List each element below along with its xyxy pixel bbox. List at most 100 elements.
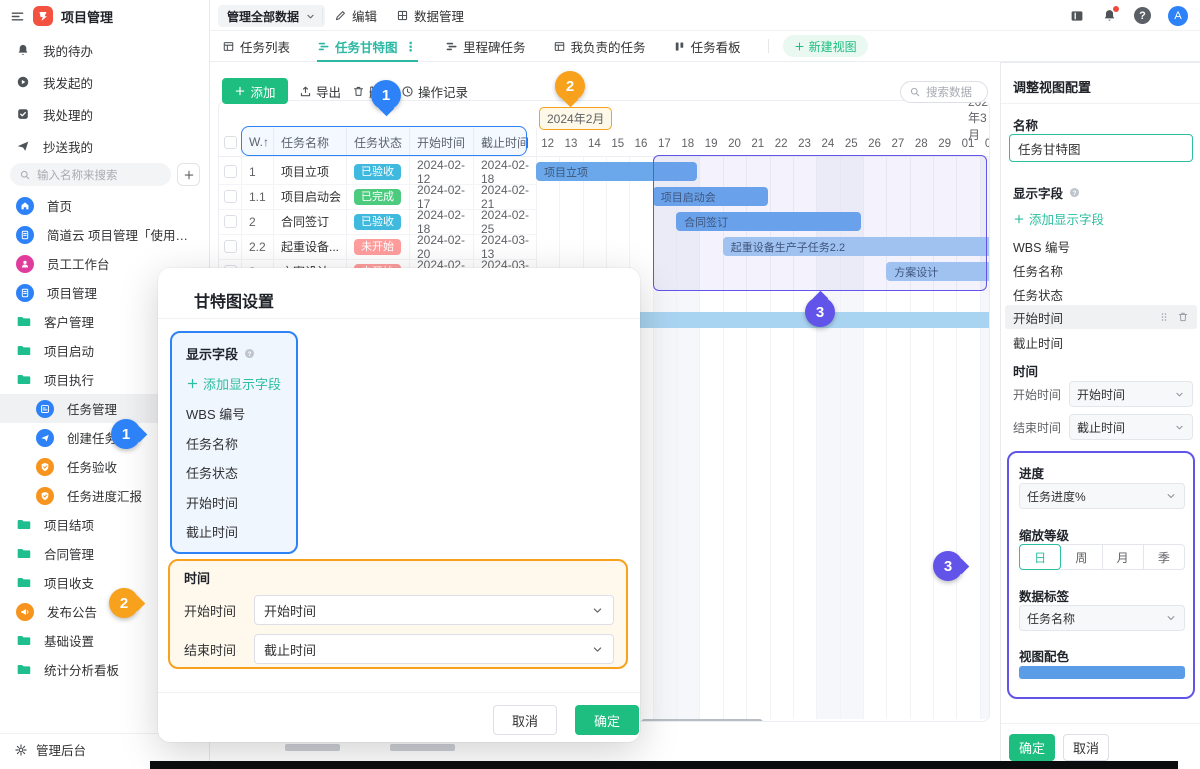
horizontal-scrollbar-thumb[interactable] bbox=[641, 719, 763, 722]
shield-icon bbox=[36, 487, 54, 505]
chevron-down-icon bbox=[1174, 389, 1185, 400]
sidebar-item-首页[interactable]: 首页 bbox=[0, 191, 210, 220]
sidebar-shortcut-我发起的[interactable]: 我发起的 bbox=[0, 66, 210, 98]
sidebar-shortcut-我的待办[interactable]: 我的待办 bbox=[0, 34, 210, 66]
modal-field-开始时间[interactable]: 开始时间 bbox=[186, 493, 296, 512]
modal-add-display-field-link[interactable]: 添加显示字段 bbox=[186, 374, 296, 393]
annotation-pin-1-modal: 1 bbox=[111, 419, 141, 449]
day-tick: 17 bbox=[653, 134, 676, 154]
time-select-结束时间[interactable]: 截止时间 bbox=[1069, 414, 1193, 440]
zoom-option-月[interactable]: 月 bbox=[1103, 544, 1144, 570]
sidebar-item-label: 任务管理 bbox=[67, 399, 117, 418]
cell-task-name[interactable]: 项目启动会 bbox=[281, 184, 347, 209]
annotation-pin-3-gantt: 3 bbox=[805, 297, 835, 327]
panel-field-WBS 编号[interactable]: WBS 编号 bbox=[1013, 237, 1070, 256]
day-tick: 25 bbox=[840, 134, 863, 154]
progress-select[interactable]: 任务进度% bbox=[1019, 483, 1185, 509]
cell-task-name[interactable]: 项目立项 bbox=[281, 159, 347, 184]
panel-add-display-field-link[interactable]: 添加显示字段 bbox=[1013, 209, 1104, 228]
hamburger-menu-icon[interactable] bbox=[10, 9, 25, 24]
tab-label: 任务看板 bbox=[691, 37, 741, 56]
new-view-button[interactable]: 新建视图 bbox=[783, 35, 868, 57]
status-badge: 已完成 bbox=[354, 189, 401, 205]
tab-我负责的任务[interactable]: 我负责的任务 bbox=[553, 31, 646, 62]
app-window: 项目管理 我的待办我发起的我处理的抄送我的 输入名称来搜索 首页简道云 项目管理… bbox=[0, 0, 1200, 769]
modal-field-任务状态[interactable]: 任务状态 bbox=[186, 463, 296, 482]
view-name-input[interactable]: 任务甘特图 bbox=[1009, 134, 1193, 162]
export-button[interactable]: 导出 bbox=[299, 78, 341, 104]
panel-field-开始时间[interactable]: 开始时间 bbox=[1005, 305, 1197, 329]
data-label-select[interactable]: 任务名称 bbox=[1019, 605, 1185, 631]
panel-field-任务状态[interactable]: 任务状态 bbox=[1013, 285, 1063, 304]
gantt-search-input[interactable]: 搜索数据 bbox=[900, 81, 988, 103]
modal-ok-button[interactable]: 确定 bbox=[575, 705, 639, 735]
add-button[interactable]: 添加 bbox=[222, 78, 288, 104]
zoom-option-季[interactable]: 季 bbox=[1144, 544, 1185, 570]
time-select-开始时间[interactable]: 开始时间 bbox=[1069, 381, 1193, 407]
folder-icon bbox=[16, 633, 31, 648]
trash-icon bbox=[352, 85, 365, 98]
notification-bell-icon[interactable] bbox=[1102, 8, 1117, 23]
cell-task-name[interactable]: 合同签订 bbox=[281, 209, 347, 234]
shield-icon bbox=[39, 461, 51, 473]
gantt-search-placeholder: 搜索数据 bbox=[926, 84, 972, 100]
cell-task-name[interactable]: 起重设备... bbox=[281, 234, 347, 259]
topbar: 管理全部数据 编辑 数据管理 ? A bbox=[210, 0, 1200, 31]
modal-display-fields-header: 显示字段 ? bbox=[186, 344, 296, 363]
tab-任务列表[interactable]: 任务列表 bbox=[222, 31, 290, 62]
help-icon[interactable]: ? bbox=[1134, 7, 1151, 24]
view-color-label: 视图配色 bbox=[1019, 646, 1069, 665]
panel-field-截止时间[interactable]: 截止时间 bbox=[1013, 333, 1063, 352]
tab-任务甘特图[interactable]: 任务甘特图⋮ bbox=[317, 31, 418, 62]
cell-wbs: 2.2 bbox=[249, 234, 275, 259]
data-label-label: 数据标签 bbox=[1019, 586, 1069, 605]
view-color-swatch[interactable] bbox=[1019, 666, 1185, 679]
modal-time-select-结束时间[interactable]: 截止时间 bbox=[254, 634, 614, 664]
person-icon bbox=[19, 258, 31, 270]
modal-field-任务名称[interactable]: 任务名称 bbox=[186, 434, 296, 453]
panel-field-任务名称[interactable]: 任务名称 bbox=[1013, 261, 1063, 280]
data-scope-dropdown[interactable]: 管理全部数据 bbox=[218, 5, 325, 27]
row-checkbox[interactable] bbox=[224, 165, 237, 178]
help-icon: ? bbox=[243, 347, 256, 360]
edit-button[interactable]: 编辑 bbox=[334, 0, 377, 31]
send2-icon bbox=[36, 429, 54, 447]
panel-ok-button[interactable]: 确定 bbox=[1009, 734, 1055, 761]
modal-cancel-button[interactable]: 取消 bbox=[493, 705, 557, 735]
announce-icon bbox=[16, 603, 34, 621]
tab-任务看板[interactable]: 任务看板 bbox=[673, 31, 741, 62]
doc-icon bbox=[16, 284, 34, 302]
row-checkbox[interactable] bbox=[224, 215, 237, 228]
add-app-button[interactable] bbox=[177, 163, 200, 186]
modal-field-截止时间[interactable]: 截止时间 bbox=[186, 522, 296, 541]
panel-toggle-icon[interactable] bbox=[1069, 8, 1085, 24]
tab-more-icon[interactable]: ⋮ bbox=[405, 39, 419, 54]
sidebar-shortcut-抄送我的[interactable]: 抄送我的 bbox=[0, 130, 210, 162]
modal-field-WBS 编号[interactable]: WBS 编号 bbox=[186, 404, 296, 423]
panel-cancel-button[interactable]: 取消 bbox=[1063, 734, 1109, 761]
cell-status: 已验收 bbox=[354, 209, 412, 234]
row-checkbox[interactable] bbox=[224, 240, 237, 253]
plus-icon bbox=[183, 169, 195, 181]
zoom-option-日[interactable]: 日 bbox=[1019, 544, 1061, 570]
doc-icon bbox=[19, 229, 31, 241]
modal-time-select-开始时间[interactable]: 开始时间 bbox=[254, 595, 614, 625]
history-button[interactable]: 操作记录 bbox=[401, 78, 468, 104]
gear-icon bbox=[14, 743, 28, 757]
sidebar-shortcut-我处理的[interactable]: 我处理的 bbox=[0, 98, 210, 130]
sidebar-search-input[interactable]: 输入名称来搜索 bbox=[10, 163, 171, 186]
avatar[interactable]: A bbox=[1168, 6, 1188, 26]
zoom-option-周[interactable]: 周 bbox=[1061, 544, 1102, 570]
view-name-value: 任务甘特图 bbox=[1018, 139, 1081, 158]
clock-icon bbox=[401, 85, 414, 98]
annotation-box-blue: 显示字段 ? 添加显示字段 WBS 编号任务名称任务状态开始时间截止时间 bbox=[170, 331, 298, 554]
tab-里程碑任务[interactable]: 里程碑任务 bbox=[445, 31, 526, 62]
modal-divider bbox=[158, 318, 640, 319]
sidebar-item-简道云 项目管理「使用说明」[interactable]: 简道云 项目管理「使用说明」 bbox=[0, 220, 210, 249]
day-tick: 27 bbox=[886, 134, 909, 154]
select-all-checkbox[interactable] bbox=[224, 136, 237, 149]
display-fields-title: 显示字段 bbox=[1013, 183, 1063, 202]
day-tick: 01 bbox=[956, 134, 979, 154]
row-checkbox[interactable] bbox=[224, 190, 237, 203]
data-manage-button[interactable]: 数据管理 bbox=[396, 0, 464, 31]
